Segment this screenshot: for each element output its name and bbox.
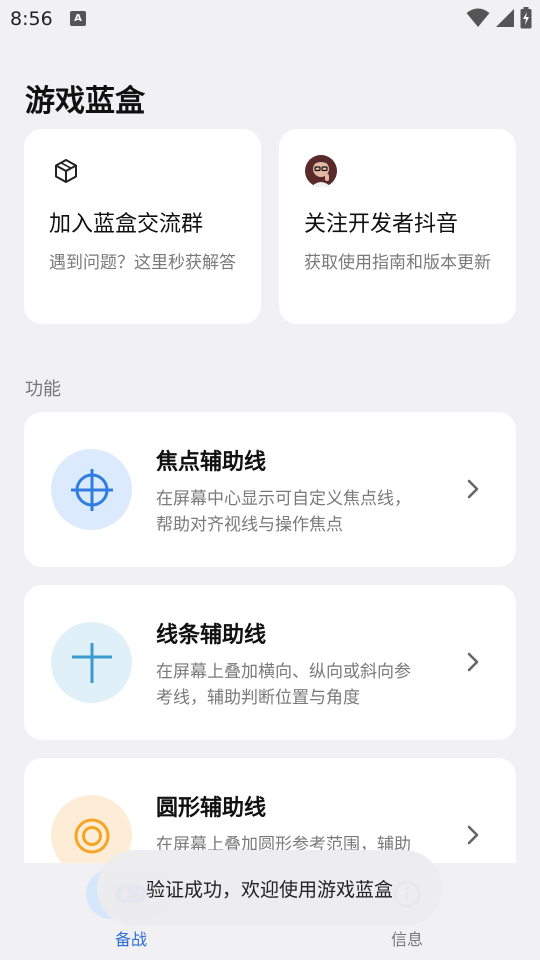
toast-message: 验证成功，欢迎使用游戏蓝盒 [97,850,442,926]
nav-label-prepare: 备战 [114,930,147,949]
status-time: 8:56 [10,8,53,30]
wifi-icon [466,8,490,27]
feature-list[interactable]: 焦点辅助线 在屏幕中心显示可自定义焦点线，帮助对齐视线与操作焦点 线条辅助线 在… [0,400,540,863]
signal-icon [496,9,514,27]
join-group-title: 加入蓝盒交流群 [49,212,204,237]
cube-icon [55,159,77,183]
focus-line-title: 焦点辅助线 [156,450,267,475]
crosshair-icon [70,468,113,511]
line-guide-desc: 在屏幕上叠加横向、纵向或斜向参考线，辅助判断位置与角度 [156,662,411,708]
page-title: 游戏蓝盒 [25,84,145,119]
cross-lines-icon [71,642,112,683]
accessibility-a-icon: A [70,11,86,26]
chevron-right-icon [467,652,479,672]
follow-developer-card[interactable]: 关注开发者抖音 获取使用指南和版本更新 [279,129,516,324]
nav-label-info: 信息 [390,930,423,949]
chevron-right-icon [467,825,479,845]
feature-card-focus-line[interactable]: 焦点辅助线 在屏幕中心显示可自定义焦点线，帮助对齐视线与操作焦点 [24,412,516,567]
focus-line-desc: 在屏幕中心显示可自定义焦点线，帮助对齐视线与操作焦点 [156,489,411,535]
status-bar: 8:56 A [0,0,540,40]
section-label-features: 功能 [25,379,61,400]
battery-charging-icon [520,7,532,29]
follow-developer-subtitle: 获取使用指南和版本更新 [304,253,491,273]
status-icons [466,7,532,29]
chevron-right-icon [467,479,479,499]
feature-card-circle-guide[interactable]: 圆形辅助线 在屏幕上叠加圆形参考范围，辅助 [24,758,516,863]
join-group-subtitle: 遇到问题？这里秒获解答 [49,253,236,273]
line-guide-icon-circle [51,622,132,703]
focus-icon-circle [51,449,132,530]
follow-developer-title: 关注开发者抖音 [304,212,459,237]
line-guide-title: 线条辅助线 [156,623,267,648]
circle-guide-title: 圆形辅助线 [156,796,267,821]
feature-card-line-guide[interactable]: 线条辅助线 在屏幕上叠加横向、纵向或斜向参考线，辅助判断位置与角度 [24,585,516,740]
join-group-card[interactable]: 加入蓝盒交流群 遇到问题？这里秒获解答 [24,129,261,324]
ring-icon [74,818,109,853]
developer-avatar [305,155,337,187]
